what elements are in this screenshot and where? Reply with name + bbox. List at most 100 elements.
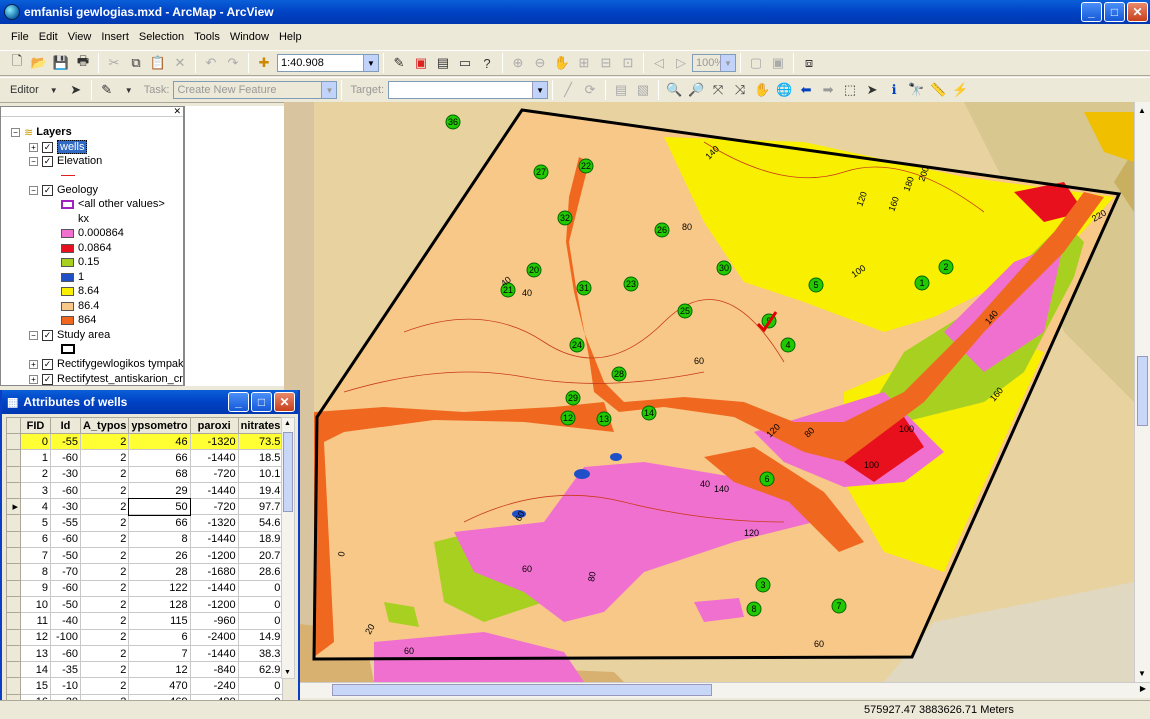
table-cell[interactable]: 122 [128, 579, 191, 597]
table-cell[interactable]: 2 [79, 612, 130, 630]
column-header[interactable]: nitrates [237, 417, 284, 434]
table-cell[interactable]: 470 [128, 677, 191, 695]
table-row[interactable]: ▸ 4 -30 2 50 -720 97.7 [6, 497, 284, 517]
table-cell[interactable]: 2 [79, 661, 130, 679]
table-cell[interactable]: 0 [237, 677, 284, 695]
table-cell[interactable]: 66 [128, 449, 191, 467]
table-cell[interactable]: 28.6 [237, 563, 284, 581]
row-selector[interactable] [6, 579, 21, 597]
table-cell[interactable]: 5 [20, 514, 51, 532]
table-cell[interactable]: -70 [50, 563, 81, 581]
attributes-maximize-button[interactable]: □ [251, 392, 272, 412]
table-cell[interactable]: -240 [189, 677, 239, 695]
toc-raster2-row[interactable]: + ✓ Rectifytest_antiskarion_cr [29, 372, 183, 385]
pan-icon[interactable]: ✋ [752, 80, 772, 100]
table-cell[interactable]: -1440 [189, 579, 239, 597]
undo-icon[interactable]: ↶ [201, 53, 221, 73]
print-icon[interactable]: 🖶 [73, 53, 93, 73]
table-cell[interactable]: -1200 [189, 547, 239, 565]
scroll-down-icon[interactable]: ▼ [1138, 669, 1146, 678]
table-cell[interactable]: 8 [128, 530, 191, 549]
layout-zoom-out-icon[interactable]: ⊖ [530, 53, 550, 73]
attributes-close-button[interactable]: ✕ [274, 392, 295, 412]
geology-checkbox[interactable]: ✓ [42, 184, 53, 196]
back-extent-icon[interactable]: ⬅ [796, 80, 816, 100]
menu-file[interactable]: File [6, 31, 34, 43]
editor-menu[interactable]: Editor [10, 84, 39, 96]
delete-icon[interactable]: ✕ [170, 53, 190, 73]
table-cell[interactable]: 0 [20, 432, 51, 451]
table-row[interactable]: 5 -55 2 66 -1320 54.6 [6, 514, 284, 532]
row-selector[interactable]: ▸ [6, 498, 21, 516]
map-vscroll-thumb[interactable] [1137, 356, 1148, 426]
toggle-draft-icon[interactable]: ▢ [746, 53, 766, 73]
toc-wells-row[interactable]: + ✓ wells [29, 140, 88, 155]
table-row[interactable]: 15 -10 2 470 -240 0 [6, 677, 284, 695]
full-extent-icon[interactable]: 🌐 [774, 80, 794, 100]
editor-toolbar-icon[interactable]: ✎ [389, 53, 409, 73]
row-selector[interactable] [6, 481, 21, 500]
elevation-checkbox[interactable]: ✓ [42, 155, 53, 167]
find-icon[interactable]: 🔭 [906, 80, 926, 100]
table-row[interactable]: 2 -30 2 68 -720 10.1 [6, 465, 284, 483]
scroll-up-icon[interactable]: ▲ [1138, 106, 1146, 115]
focus-data-frame-icon[interactable]: ▣ [768, 53, 788, 73]
table-cell[interactable]: -60 [50, 579, 81, 597]
table-cell[interactable]: 97.7 [237, 498, 284, 516]
maximize-button[interactable]: □ [1104, 2, 1125, 22]
table-cell[interactable]: 18.5 [237, 449, 284, 467]
table-row[interactable]: 3 -60 2 29 -1440 19.4 [6, 481, 284, 500]
row-selector[interactable] [6, 449, 21, 467]
table-cell[interactable]: 20.7 [237, 547, 284, 565]
arccatalog-icon[interactable]: ▤ [433, 53, 453, 73]
table-cell[interactable]: 29 [128, 481, 191, 500]
table-cell[interactable]: 73.5 [237, 432, 284, 451]
map-horizontal-scrollbar[interactable]: ▶ [300, 682, 1150, 698]
hyperlink-icon[interactable]: ⚡ [950, 80, 970, 100]
table-cell[interactable]: 26 [128, 547, 191, 565]
table-cell[interactable]: -1320 [189, 514, 239, 532]
table-cell[interactable]: 38.3 [237, 644, 284, 663]
table-cell[interactable]: 10 [20, 595, 51, 614]
table-cell[interactable]: -30 [50, 498, 81, 516]
menu-view[interactable]: View [63, 31, 97, 43]
sketch-tool-icon[interactable]: ✎ [97, 80, 117, 100]
table-row[interactable]: 8 -70 2 28 -1680 28.6 [6, 563, 284, 581]
row-selector[interactable] [6, 677, 21, 695]
menu-selection[interactable]: Selection [134, 31, 189, 43]
table-cell[interactable]: 14.9 [237, 628, 284, 646]
row-selector[interactable] [6, 644, 21, 663]
table-cell[interactable]: -50 [50, 595, 81, 614]
sketch-properties-icon[interactable]: ▧ [633, 80, 653, 100]
table-cell[interactable]: 2 [79, 547, 130, 565]
table-cell[interactable]: 7 [20, 547, 51, 565]
toc-elevation-row[interactable]: − ✓ Elevation [29, 154, 102, 169]
attributes-scroll-thumb[interactable] [283, 432, 293, 512]
table-cell[interactable]: 2 [79, 563, 130, 581]
table-cell[interactable]: -60 [50, 530, 81, 549]
table-row[interactable]: 11 -40 2 115 -960 0 [6, 612, 284, 630]
fixed-zoom-in-icon[interactable]: ⤧ [708, 80, 728, 100]
attributes-icon[interactable]: ▤ [611, 80, 631, 100]
table-cell[interactable]: 0 [237, 595, 284, 614]
menu-edit[interactable]: Edit [34, 31, 63, 43]
table-cell[interactable]: -960 [189, 612, 239, 630]
task-combo[interactable]: Create New Feature ▼ [173, 81, 338, 99]
attributes-vertical-scrollbar[interactable]: ▲ ▼ [281, 417, 295, 679]
table-cell[interactable]: -840 [189, 661, 239, 679]
table-cell[interactable]: 14 [20, 661, 51, 679]
table-cell[interactable]: -1200 [189, 595, 239, 614]
layout-fixed-zoom-out-icon[interactable]: ⊟ [596, 53, 616, 73]
add-data-icon[interactable]: ✚ [254, 53, 274, 73]
minimize-button[interactable]: _ [1081, 2, 1102, 22]
copy-icon[interactable]: ⧉ [126, 53, 146, 73]
table-cell[interactable]: -1320 [189, 432, 239, 451]
zoom-percent-combo[interactable]: 100% ▼ [692, 54, 736, 72]
save-icon[interactable]: 💾 [51, 53, 71, 73]
target-combo[interactable]: ▼ [388, 81, 549, 99]
editor-dropdown-icon[interactable]: ▼ [44, 80, 64, 100]
map-vertical-scrollbar[interactable]: ▲ ▼ [1134, 102, 1150, 682]
open-folder-icon[interactable]: 📂 [29, 53, 49, 73]
table-cell[interactable]: 54.6 [237, 514, 284, 532]
table-cell[interactable]: -55 [50, 432, 81, 451]
